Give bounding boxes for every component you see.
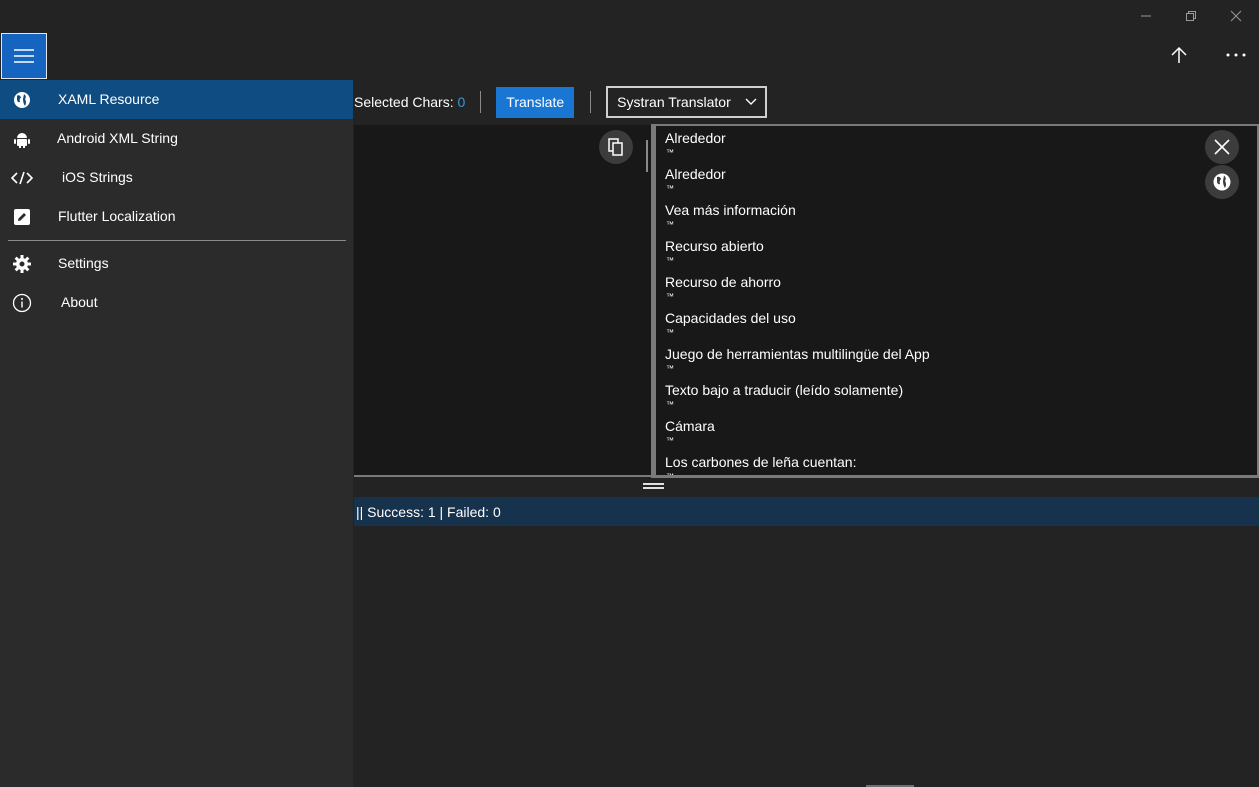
nav-item-ios-strings[interactable]: iOS Strings: [0, 158, 353, 197]
navigation-pane: XAML Resource Android XML String iOS Str…: [0, 80, 353, 787]
globe-icon: [11, 89, 33, 111]
restore-button[interactable]: [1168, 4, 1214, 28]
nav-item-flutter-localization[interactable]: Flutter Localization: [0, 197, 353, 236]
nav-item-label: Settings: [58, 255, 109, 271]
nav-item-label: Flutter Localization: [58, 208, 176, 224]
output-line: Los carbones de leña cuentan:: [665, 454, 857, 470]
output-line: Recurso de ahorro: [665, 274, 781, 290]
hamburger-menu-button[interactable]: [1, 33, 47, 79]
android-icon: [11, 128, 33, 150]
toolbar: Selected Chars: 0 Translate Systran Tran…: [354, 84, 767, 120]
trademark-mark: ™: [666, 436, 674, 445]
trademark-mark: ™: [666, 364, 674, 373]
close-icon: [1214, 139, 1230, 155]
minimize-button[interactable]: [1123, 4, 1169, 28]
output-line: Alrededor: [665, 130, 726, 146]
arrow-up-icon: [1171, 46, 1187, 63]
trademark-mark: ™: [666, 292, 674, 301]
trademark-mark: ™: [666, 184, 674, 193]
translate-button[interactable]: Translate: [496, 86, 575, 118]
status-text: || Success: 1 | Failed: 0: [356, 503, 501, 520]
info-icon: [11, 292, 33, 314]
nav-item-label: iOS Strings: [62, 169, 133, 185]
nav-item-android-xml-string[interactable]: Android XML String: [0, 119, 353, 158]
trademark-mark: ™: [666, 148, 674, 157]
copy-button[interactable]: [599, 130, 633, 164]
nav-item-settings[interactable]: Settings: [0, 244, 353, 283]
source-text-pane[interactable]: [354, 125, 651, 475]
translation-output-pane[interactable]: Alrededor ™ Alrededor ™ Vea más información ™…: [654, 124, 1259, 478]
gear-icon: [11, 253, 33, 275]
upload-button[interactable]: [1157, 38, 1201, 72]
output-line: Vea más información: [665, 202, 796, 218]
output-line: Juego de herramientas multilingüe del Ap…: [665, 346, 930, 362]
nav-item-xaml-resource[interactable]: XAML Resource: [0, 80, 353, 119]
globe-icon: [1213, 173, 1231, 191]
source-scroll-thumb[interactable]: [646, 140, 648, 172]
hamburger-icon: [14, 49, 34, 63]
nav-item-label: Android XML String: [57, 130, 178, 146]
translator-selected-value: Systran Translator: [617, 94, 731, 110]
close-icon: [1230, 10, 1242, 22]
splitter-grip-icon[interactable]: [643, 483, 664, 491]
nav-item-label: About: [61, 294, 98, 310]
edit-icon: [11, 206, 33, 228]
more-icon: [1226, 53, 1246, 57]
toolbar-separator: [480, 91, 482, 113]
selected-chars: Selected Chars: 0: [354, 94, 465, 110]
chevron-down-icon: [745, 98, 757, 105]
code-icon: [11, 167, 33, 189]
restore-icon: [1186, 11, 1196, 21]
trademark-mark: ™: [666, 256, 674, 265]
output-line: Capacidades del uso: [665, 310, 796, 326]
nav-item-about[interactable]: About: [0, 283, 353, 322]
minimize-icon: [1141, 15, 1151, 17]
trademark-mark: ™: [666, 400, 674, 409]
translator-dropdown[interactable]: Systran Translator: [606, 86, 767, 118]
output-line: Recurso abierto: [665, 238, 764, 254]
copy-icon: [608, 138, 623, 156]
close-window-button[interactable]: [1213, 4, 1259, 28]
more-button[interactable]: [1214, 38, 1258, 72]
toolbar-separator: [590, 91, 592, 113]
trademark-mark: ™: [666, 328, 674, 337]
nav-separator: [8, 240, 346, 241]
selected-chars-label: Selected Chars:: [354, 94, 454, 110]
status-bar: || Success: 1 | Failed: 0: [354, 497, 1259, 526]
selected-chars-count: 0: [457, 94, 466, 110]
output-line: Cámara: [665, 418, 715, 434]
nav-item-label: XAML Resource: [58, 91, 160, 107]
globe-button[interactable]: [1205, 165, 1239, 199]
trademark-mark: ™: [666, 220, 674, 229]
output-line: Alrededor: [665, 166, 726, 182]
output-line: Texto bajo a traducir (leído solamente): [665, 382, 904, 398]
clear-button[interactable]: [1205, 130, 1239, 164]
output-lines: Alrededor ™ Alrededor ™ Vea más información ™…: [665, 129, 930, 476]
horizontal-splitter[interactable]: [354, 475, 1259, 477]
